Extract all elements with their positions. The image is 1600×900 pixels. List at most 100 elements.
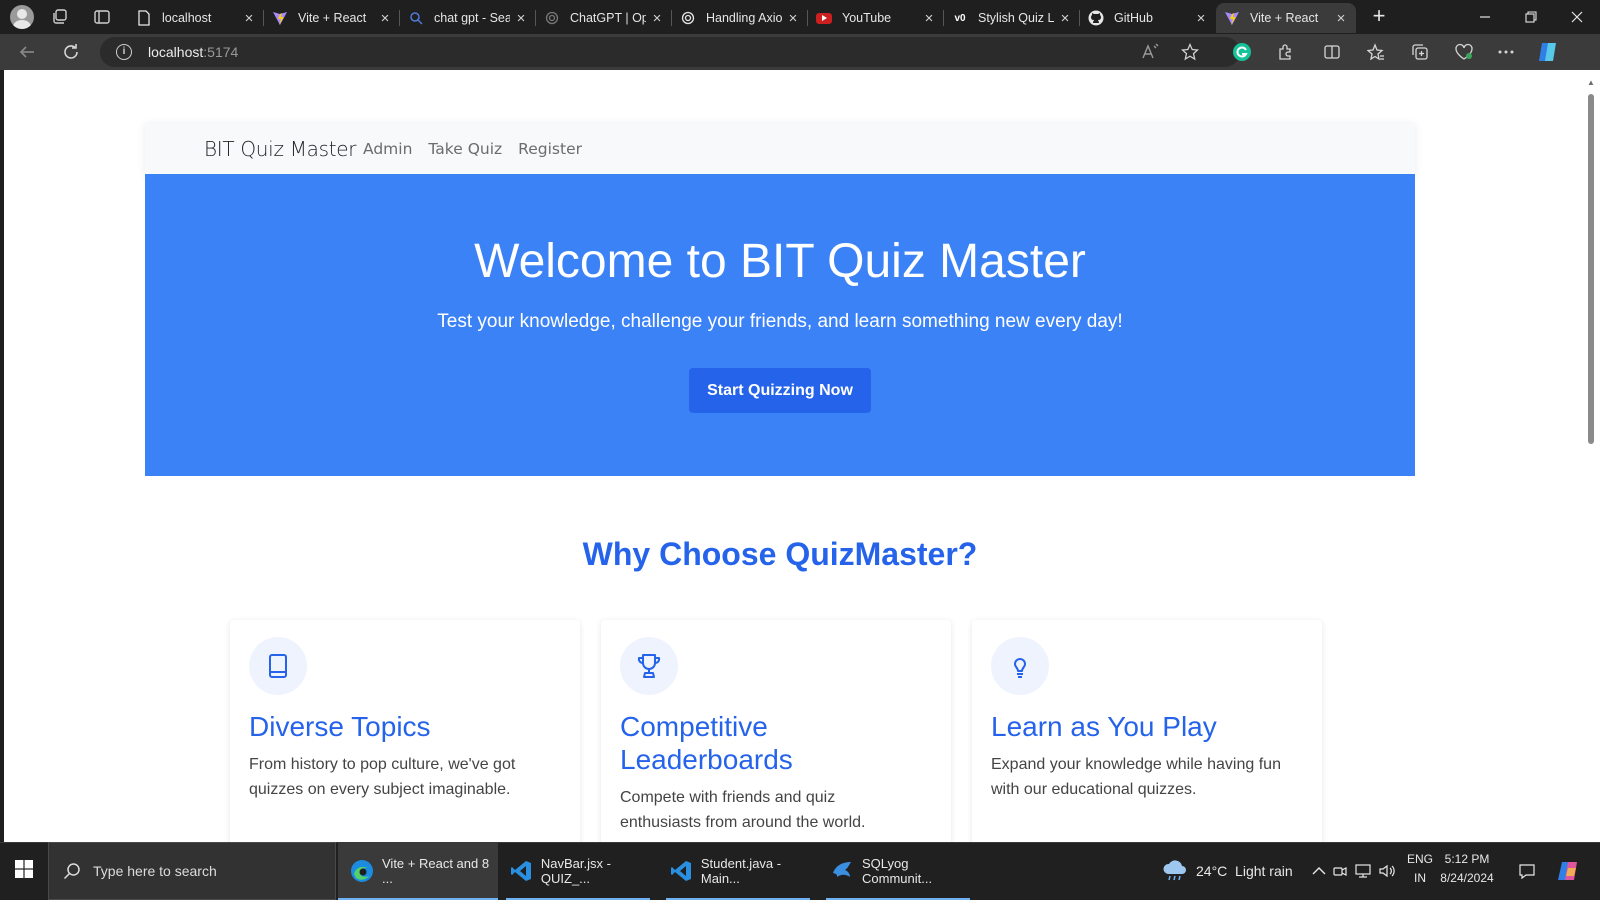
openai-icon <box>680 10 696 26</box>
tab-youtube[interactable]: YouTube × <box>808 3 944 33</box>
restore-button[interactable] <box>1508 0 1554 34</box>
feature-title: Learn as You Play <box>991 711 1217 742</box>
why-choose-heading: Why Choose QuizMaster? <box>582 536 978 572</box>
hero-subtitle: Test your knowledge, challenge your frie… <box>437 311 1123 332</box>
meet-now-icon[interactable] <box>1332 842 1348 900</box>
address-bar[interactable]: i localhost:5174 <box>100 37 1240 67</box>
close-tab-icon[interactable]: × <box>378 10 392 27</box>
nav-links: Admin Take Quiz Register <box>363 140 582 158</box>
taskbar-search[interactable]: Type here to search <box>48 842 336 900</box>
tab-stylish-quiz[interactable]: v0 Stylish Quiz La × <box>944 3 1080 33</box>
close-tab-icon[interactable]: × <box>1058 10 1072 27</box>
sqlyog-icon <box>830 859 854 883</box>
navbar-brand[interactable]: BIT Quiz Master <box>204 137 357 161</box>
network-icon[interactable] <box>1354 842 1372 900</box>
cloud-rain-icon <box>1162 859 1188 884</box>
scroll-up-icon[interactable]: ▲ <box>1586 78 1596 88</box>
trophy-icon <box>620 637 678 695</box>
workspaces-icon[interactable] <box>51 8 69 26</box>
browser-toolbar: i localhost:5174 <box>0 34 1600 70</box>
tab-chatgpt[interactable]: ChatGPT | Ope × <box>536 3 672 33</box>
back-arrow-icon[interactable] <box>16 41 38 63</box>
copilot-taskbar-icon[interactable] <box>1556 842 1580 900</box>
site-navbar: BIT Quiz Master Admin Take Quiz Register <box>145 122 1415 175</box>
tab-vite-react[interactable]: Vite + React × <box>264 3 400 33</box>
feature-card-learn-as-you-play: Learn as You Play Expand your knowledge … <box>972 620 1322 856</box>
taskbar-app-vscode-student[interactable]: Student.java - Main... <box>658 842 818 900</box>
feature-description: Compete with friends and quiz enthusiast… <box>620 789 866 831</box>
tab-github[interactable]: GitHub × <box>1080 3 1216 33</box>
feature-title: Competitive Leaderboards <box>620 711 793 775</box>
site-info-icon[interactable]: i <box>116 44 132 60</box>
tab-localhost[interactable]: localhost × <box>128 3 264 33</box>
openai-icon <box>544 10 560 26</box>
taskbar-clock[interactable]: 5:12 PM 8/24/2024 <box>1432 850 1502 888</box>
nav-link-register[interactable]: Register <box>518 140 582 158</box>
start-quizzing-button[interactable]: Start Quizzing Now <box>689 368 871 413</box>
close-tab-icon[interactable]: × <box>922 10 936 27</box>
search-icon <box>408 10 424 26</box>
new-tab-button[interactable]: + <box>1366 4 1392 30</box>
vite-icon <box>1224 10 1240 26</box>
favorites-icon[interactable] <box>1366 42 1386 62</box>
vscode-icon <box>670 859 693 883</box>
close-tab-icon[interactable]: × <box>1194 10 1208 27</box>
close-tab-icon[interactable]: × <box>514 10 528 27</box>
copilot-icon[interactable] <box>1536 40 1560 64</box>
volume-icon[interactable] <box>1378 842 1396 900</box>
feature-description: Expand your knowledge while having fun w… <box>991 756 1281 798</box>
vscode-icon <box>510 859 533 883</box>
close-tab-icon[interactable]: × <box>242 10 256 27</box>
close-tab-icon[interactable]: × <box>1334 10 1348 27</box>
tab-vite-react-active[interactable]: Vite + React × <box>1216 3 1356 33</box>
taskbar-app-vscode-navbar[interactable]: NavBar.jsx - QUIZ_... <box>498 842 658 900</box>
taskbar-app-sqlyog[interactable]: SQLyog Communit... <box>818 842 978 900</box>
more-options-icon[interactable] <box>1496 42 1516 62</box>
tab-actions-icon[interactable] <box>93 8 111 26</box>
browser-essentials-icon[interactable] <box>1454 42 1474 62</box>
collections-icon[interactable] <box>1410 42 1430 62</box>
show-hidden-icons-chevron-icon[interactable] <box>1312 842 1326 900</box>
tab-handling-axios[interactable]: Handling Axio × <box>672 3 808 33</box>
feature-description: From history to pop culture, we've got q… <box>249 756 516 798</box>
youtube-icon <box>816 12 832 24</box>
nav-link-admin[interactable]: Admin <box>363 140 412 158</box>
feature-card-diverse-topics: Diverse Topics From history to pop cultu… <box>230 620 580 856</box>
lightbulb-icon <box>991 637 1049 695</box>
close-window-button[interactable] <box>1554 0 1600 34</box>
hero-title: Welcome to BIT Quiz Master <box>474 235 1086 288</box>
taskbar-app-edge[interactable]: Vite + React and 8 ... <box>338 842 498 900</box>
address-url[interactable]: localhost:5174 <box>148 44 238 60</box>
read-aloud-icon[interactable] <box>1140 42 1160 62</box>
refresh-icon[interactable] <box>60 41 82 63</box>
windows-logo-icon <box>15 859 33 883</box>
close-tab-icon[interactable]: × <box>786 10 800 27</box>
page-scrollbar[interactable]: ▲ ▼ <box>1582 70 1600 856</box>
notifications-icon[interactable] <box>1518 842 1536 900</box>
vite-icon <box>272 10 288 26</box>
minimize-button[interactable] <box>1462 0 1508 34</box>
weather-widget[interactable]: 24°C Light rain <box>1162 842 1293 900</box>
favorite-star-icon[interactable] <box>1180 42 1200 62</box>
page-viewport: BIT Quiz Master Admin Take Quiz Register… <box>4 70 1582 856</box>
book-icon <box>249 637 307 695</box>
feature-card-leaderboards: Competitive Leaderboards Compete with fr… <box>601 620 951 856</box>
windows-taskbar: Type here to search Vite + React and 8 .… <box>0 842 1600 900</box>
start-button[interactable] <box>0 842 48 900</box>
edge-icon <box>350 859 374 883</box>
extensions-icon[interactable] <box>1276 42 1296 62</box>
split-screen-icon[interactable] <box>1322 42 1342 62</box>
nav-link-take-quiz[interactable]: Take Quiz <box>428 140 502 158</box>
hero-section: Welcome to BIT Quiz Master Test your kno… <box>145 174 1415 476</box>
tab-chat-gpt-search[interactable]: chat gpt - Sear × <box>400 3 536 33</box>
grammarly-icon[interactable] <box>1232 42 1252 62</box>
page-icon <box>136 10 152 26</box>
feature-title: Diverse Topics <box>249 711 431 742</box>
v0-icon: v0 <box>954 12 966 24</box>
search-icon <box>63 862 81 880</box>
github-icon <box>1088 10 1104 26</box>
profile-avatar[interactable] <box>10 5 34 29</box>
close-tab-icon[interactable]: × <box>650 10 664 27</box>
scrollbar-thumb[interactable] <box>1588 94 1594 444</box>
browser-tab-strip: localhost × Vite + React × chat gpt - Se… <box>0 0 1600 34</box>
